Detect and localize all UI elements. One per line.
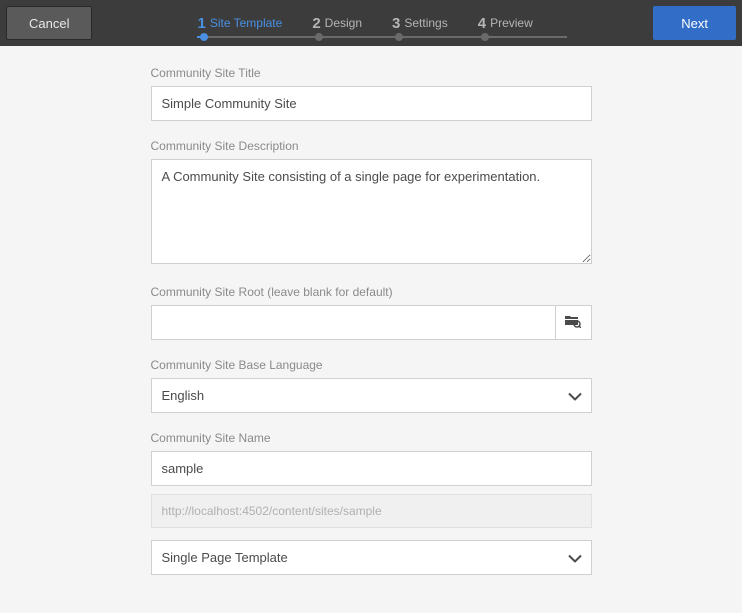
description-label: Community Site Description — [151, 139, 592, 153]
template-select[interactable]: Single Page Template — [151, 540, 592, 575]
step-label: Preview — [490, 16, 533, 30]
wizard-stepper: 1 Site Template 2 Design 3 Settings 4 Pr… — [197, 15, 562, 32]
url-preview: http://localhost:4502/content/sites/samp… — [151, 494, 592, 528]
step-label: Design — [325, 16, 362, 30]
title-input[interactable] — [151, 86, 592, 121]
root-input[interactable] — [151, 305, 556, 340]
step-dot — [481, 33, 489, 41]
folder-search-icon — [565, 314, 581, 331]
step-label: Settings — [404, 16, 447, 30]
language-label: Community Site Base Language — [151, 358, 592, 372]
cancel-button[interactable]: Cancel — [6, 6, 92, 40]
root-label: Community Site Root (leave blank for def… — [151, 285, 592, 299]
root-input-group — [151, 305, 592, 340]
step-site-template[interactable]: 1 Site Template — [197, 15, 312, 32]
step-number: 3 — [392, 15, 400, 32]
name-label: Community Site Name — [151, 431, 592, 445]
step-dot — [395, 33, 403, 41]
step-settings[interactable]: 3 Settings — [392, 15, 478, 32]
form-container: Community Site Title Community Site Desc… — [151, 46, 592, 613]
description-input[interactable]: A Community Site consisting of a single … — [151, 159, 592, 264]
title-label: Community Site Title — [151, 66, 592, 80]
step-number: 4 — [478, 15, 486, 32]
browse-button[interactable] — [556, 305, 592, 340]
template-select-wrap: Single Page Template — [151, 540, 592, 575]
step-dot — [315, 33, 323, 41]
language-select[interactable]: English — [151, 378, 592, 413]
step-dot — [200, 33, 208, 41]
next-button[interactable]: Next — [653, 6, 736, 40]
language-select-wrap: English — [151, 378, 592, 413]
stepper-track — [197, 36, 567, 38]
wizard-header: Cancel 1 Site Template 2 Design 3 Settin… — [0, 0, 742, 46]
name-input[interactable] — [151, 451, 592, 486]
step-label: Site Template — [210, 16, 283, 30]
step-preview[interactable]: 4 Preview — [478, 15, 563, 32]
step-number: 1 — [197, 15, 205, 32]
step-number: 2 — [312, 15, 320, 32]
step-design[interactable]: 2 Design — [312, 15, 392, 32]
